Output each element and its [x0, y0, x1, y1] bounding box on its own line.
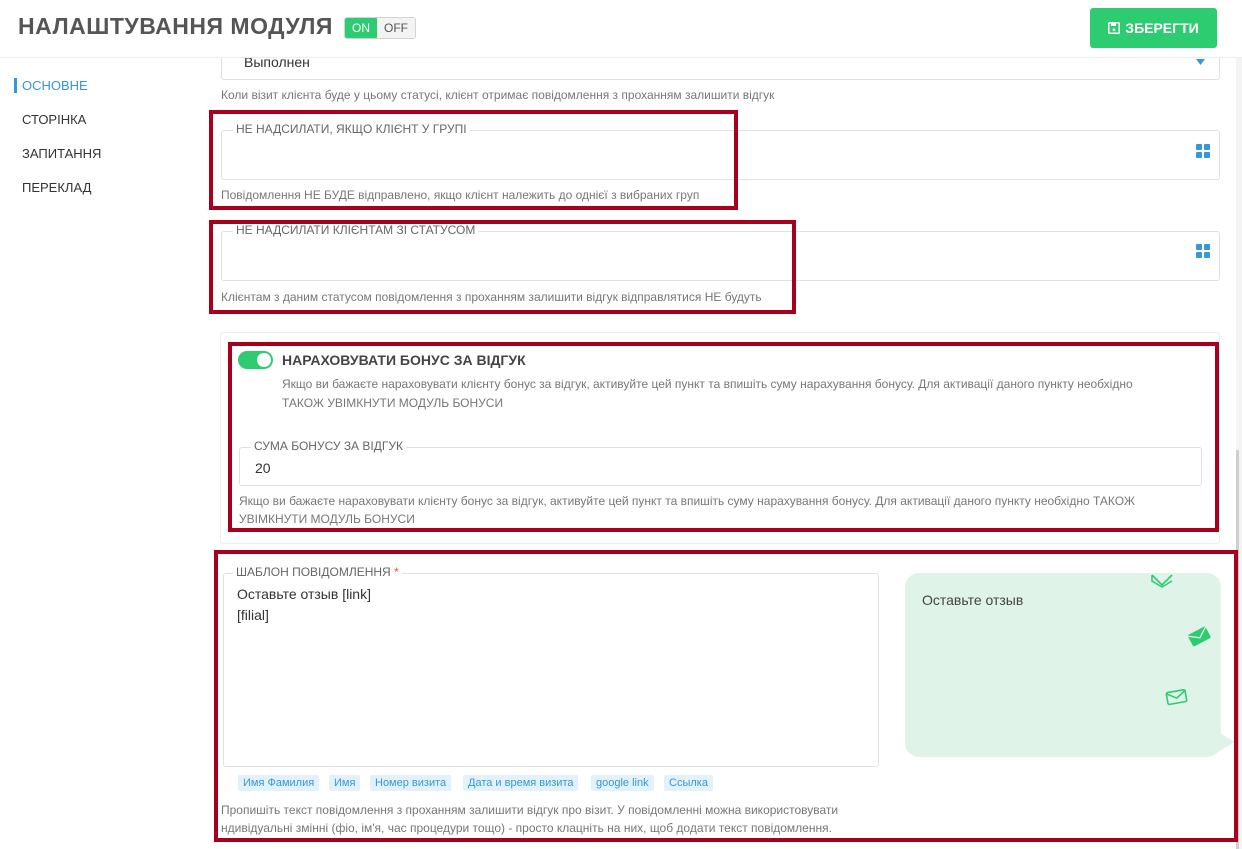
message-template-textarea[interactable]: [223, 573, 879, 767]
toggle-on-option[interactable]: ON: [345, 18, 377, 38]
preview-text: Оставьте отзыв: [922, 592, 1024, 608]
required-mark: *: [394, 565, 399, 579]
bonus-description-line2: ТАКОЖ УВІМКНУТИ МОДУЛЬ БОНУСИ: [282, 396, 504, 410]
sidebar-item-page[interactable]: СТОРІНКА: [14, 112, 86, 127]
variable-chip[interactable]: Имя Фамилия: [238, 775, 320, 791]
sidebar-item-translation[interactable]: ПЕРЕКЛАД: [14, 180, 91, 195]
variable-chip[interactable]: Дата и время визита: [463, 775, 579, 791]
message-template-label-text: ШАБЛОН ПОВІДОМЛЕННЯ: [236, 565, 391, 579]
grid-icon[interactable]: [1196, 244, 1210, 258]
bonus-title: НАРАХОВУВАТИ БОНУС ЗА ВІДГУК: [282, 352, 526, 368]
save-button[interactable]: ЗБЕРЕГТИ: [1090, 8, 1217, 48]
message-template-label: ШАБЛОН ПОВІДОМЛЕННЯ *: [233, 565, 402, 579]
toggle-off-option[interactable]: OFF: [377, 18, 415, 38]
envelope-icon: [1187, 626, 1211, 647]
variable-chip[interactable]: google link: [591, 775, 654, 791]
bonus-amount-label: СУМА БОНУСУ ЗА ВІДГУК: [251, 439, 406, 453]
sidebar: [0, 58, 204, 849]
module-on-off-toggle[interactable]: ON OFF: [344, 17, 416, 39]
exclude-groups-label: НЕ НАДСИЛАТИ, ЯКЩО КЛІЄНТ У ГРУПІ: [233, 122, 470, 136]
top-bar: НАЛАШТУВАННЯ МОДУЛЯ ON OFF ЗБЕРЕГТИ: [0, 0, 1242, 58]
variable-chip[interactable]: Ссылка: [664, 775, 713, 791]
envelope-icon: [1151, 574, 1173, 588]
template-help-line1: Пропишіть текст повідомлення з проханням…: [221, 803, 839, 817]
exclude-status-help: Клієнтам з даним статусом повідомлення з…: [221, 290, 762, 304]
bonus-toggle-switch[interactable]: [238, 351, 273, 369]
exclude-groups-field[interactable]: [221, 130, 1220, 180]
sidebar-item-questions[interactable]: ЗАПИТАННЯ: [14, 146, 101, 161]
status-select-help: Коли візит клієнта буде у цьому статусі,…: [221, 88, 775, 102]
exclude-groups-help: Повідомлення НЕ БУДЕ відправлено, якщо к…: [221, 188, 700, 202]
page-title: НАЛАШТУВАННЯ МОДУЛЯ: [18, 13, 333, 39]
sidebar-item-main[interactable]: ОСНОВНЕ: [14, 78, 88, 93]
bonus-help-line1: Якщо ви бажаєте нараховувати клієнту бон…: [239, 494, 1135, 508]
save-button-label: ЗБЕРЕГТИ: [1125, 20, 1199, 36]
bonus-help-line2: УВІМКНУТИ МОДУЛЬ БОНУСИ: [239, 512, 415, 526]
floppy-disk-icon: [1108, 22, 1121, 34]
exclude-status-label: НЕ НАДСИЛАТИ КЛІЄНТАМ ЗІ СТАТУСОМ: [233, 223, 479, 237]
grid-icon[interactable]: [1196, 144, 1210, 158]
variable-chip[interactable]: Номер визита: [370, 775, 452, 791]
bonus-description-line1: Якщо ви бажаєте нараховувати клієнту бон…: [282, 377, 1133, 391]
chevron-down-icon: [1196, 59, 1205, 65]
envelope-icon: [1165, 688, 1188, 706]
bonus-amount-value: 20: [255, 460, 271, 476]
exclude-status-field[interactable]: [221, 231, 1220, 281]
variable-chip[interactable]: Имя: [329, 775, 361, 791]
preview-bubble-tail: [1212, 728, 1234, 756]
template-help-line2: ндивідуальні змінні (фіо, ім'я, час проц…: [221, 821, 832, 835]
page-scrollbar[interactable]: [1236, 450, 1239, 849]
